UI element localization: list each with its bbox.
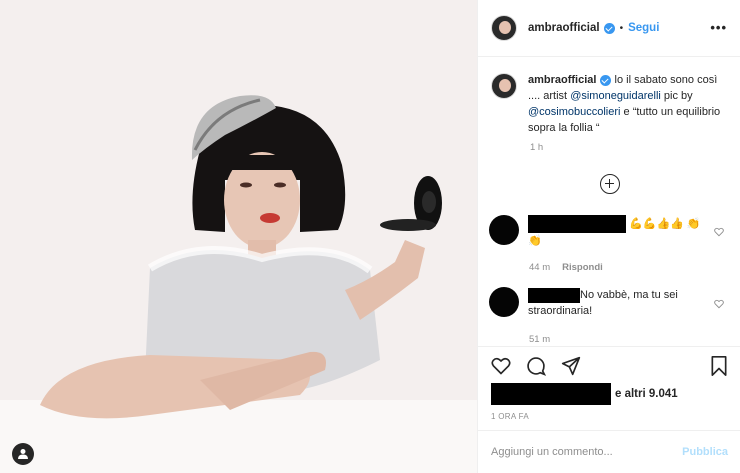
avatar[interactable] [491,15,517,41]
heart-icon[interactable] [714,227,724,237]
share-icon[interactable] [561,356,581,376]
redacted-username [528,215,626,233]
verified-icon [600,74,612,86]
heart-icon[interactable] [714,299,724,309]
comment-time[interactable]: 51 m [529,334,550,345]
caption-part: pic by [660,90,693,102]
comment-time[interactable]: 44 m [529,262,550,273]
caption-avatar[interactable] [491,73,517,99]
redacted-username [528,287,580,303]
caption: ambraofficial lo il sabato sono così ...… [491,72,731,136]
comment-input[interactable] [491,446,683,458]
more-icon[interactable]: ••• [710,20,727,35]
likes-count[interactable]: e altri 9.041 [491,383,678,405]
post-timestamp[interactable]: 1 ORA FA [491,412,529,421]
redacted-username [491,383,611,405]
post-image [0,0,477,473]
comment-meta: 44 m Rispondi [529,262,603,273]
comment-icon[interactable] [526,356,546,376]
caption-time[interactable]: 1 h [530,142,543,153]
reply-button[interactable]: Rispondi [562,262,603,273]
add-circle-icon[interactable] [600,174,620,194]
avatar[interactable] [489,287,519,317]
post-header: ambraofficial • Segui ••• [478,0,740,57]
user-tag-icon[interactable] [12,443,34,465]
action-bar [478,346,740,386]
post-photo[interactable] [0,0,477,473]
username-link[interactable]: ambraofficial [528,22,600,34]
separator-dot: • [619,22,624,34]
likes-text[interactable]: e altri 9.041 [615,388,678,400]
bookmark-icon[interactable] [710,356,728,376]
comment-body: 💪💪👍👍 👏👏 [528,215,708,249]
comment-meta: 51 m [529,334,562,345]
verified-icon [603,22,615,34]
comment-form: Pubblica [478,430,740,473]
comment-body: No vabbè, ma tu sei straordinaria! [528,287,708,319]
heart-icon[interactable] [491,356,511,376]
avatar[interactable] [489,215,519,245]
caption-username[interactable]: ambraofficial [528,74,596,86]
post-sidebar: ambraofficial • Segui ••• ambraofficial … [477,0,740,473]
caption-text: ambraofficial lo il sabato sono così ...… [528,72,731,136]
publish-button[interactable]: Pubblica [682,446,728,458]
follow-button[interactable]: Segui [628,22,659,34]
mention-link[interactable]: @simoneguidarelli [570,90,661,102]
mention-link[interactable]: @cosimobuccolieri [528,106,620,118]
